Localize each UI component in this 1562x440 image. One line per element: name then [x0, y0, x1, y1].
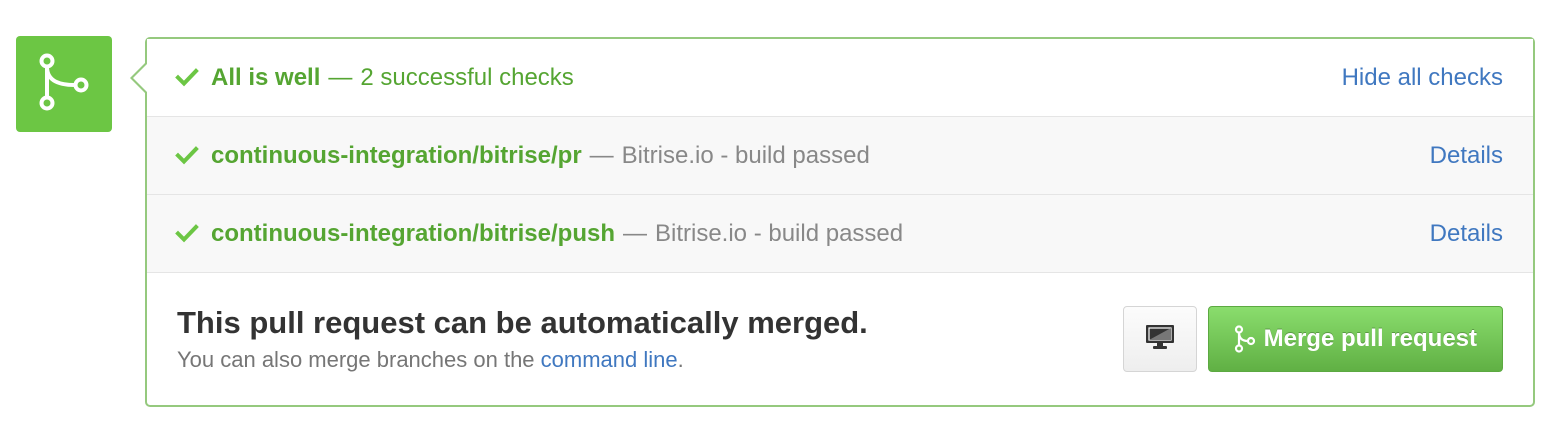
merge-subtitle-suffix: . — [677, 347, 684, 372]
hide-all-checks-link[interactable]: Hide all checks — [1342, 64, 1503, 92]
merge-subtitle-prefix: You can also merge branches on the — [177, 347, 535, 372]
check-context: continuous-integration/bitrise/pr — [211, 141, 582, 169]
merge-title: This pull request can be automatically m… — [177, 305, 868, 340]
checkmark-icon — [175, 65, 201, 91]
check-description: Bitrise.io - build passed — [655, 219, 904, 247]
command-line-link[interactable]: command line — [541, 347, 678, 372]
checkmark-icon — [175, 221, 201, 247]
status-summary-row: All is well — 2 successful checks Hide a… — [147, 39, 1533, 117]
merge-pull-request-button[interactable]: Merge pull request — [1207, 306, 1503, 372]
check-row: continuous-integration/bitrise/push — Bi… — [147, 195, 1533, 273]
git-merge-icon — [37, 52, 91, 117]
status-title: All is well — [211, 63, 321, 91]
git-merge-icon — [1234, 325, 1256, 353]
merge-status-badge — [16, 36, 112, 132]
check-separator: — — [589, 141, 614, 169]
merge-area: This pull request can be automatically m… — [147, 273, 1533, 405]
merge-subtitle: You can also merge branches on the comma… — [177, 347, 1123, 373]
merge-panel: All is well — 2 successful checks Hide a… — [130, 37, 1535, 407]
check-description: Bitrise.io - build passed — [621, 141, 870, 169]
check-separator: — — [623, 219, 647, 247]
merge-button-label: Merge pull request — [1263, 325, 1477, 352]
details-link[interactable]: Details — [1430, 220, 1503, 248]
check-row: continuous-integration/bitrise/pr — Bitr… — [147, 117, 1533, 195]
desktop-icon — [1145, 324, 1175, 355]
status-separator: — — [328, 63, 353, 91]
merge-status-root: All is well — 2 successful checks Hide a… — [0, 0, 1562, 440]
status-subtitle: 2 successful checks — [360, 63, 574, 91]
checkmark-icon — [175, 143, 201, 169]
details-link[interactable]: Details — [1430, 142, 1503, 170]
open-in-desktop-button[interactable] — [1122, 306, 1197, 372]
check-context: continuous-integration/bitrise/push — [211, 219, 615, 247]
